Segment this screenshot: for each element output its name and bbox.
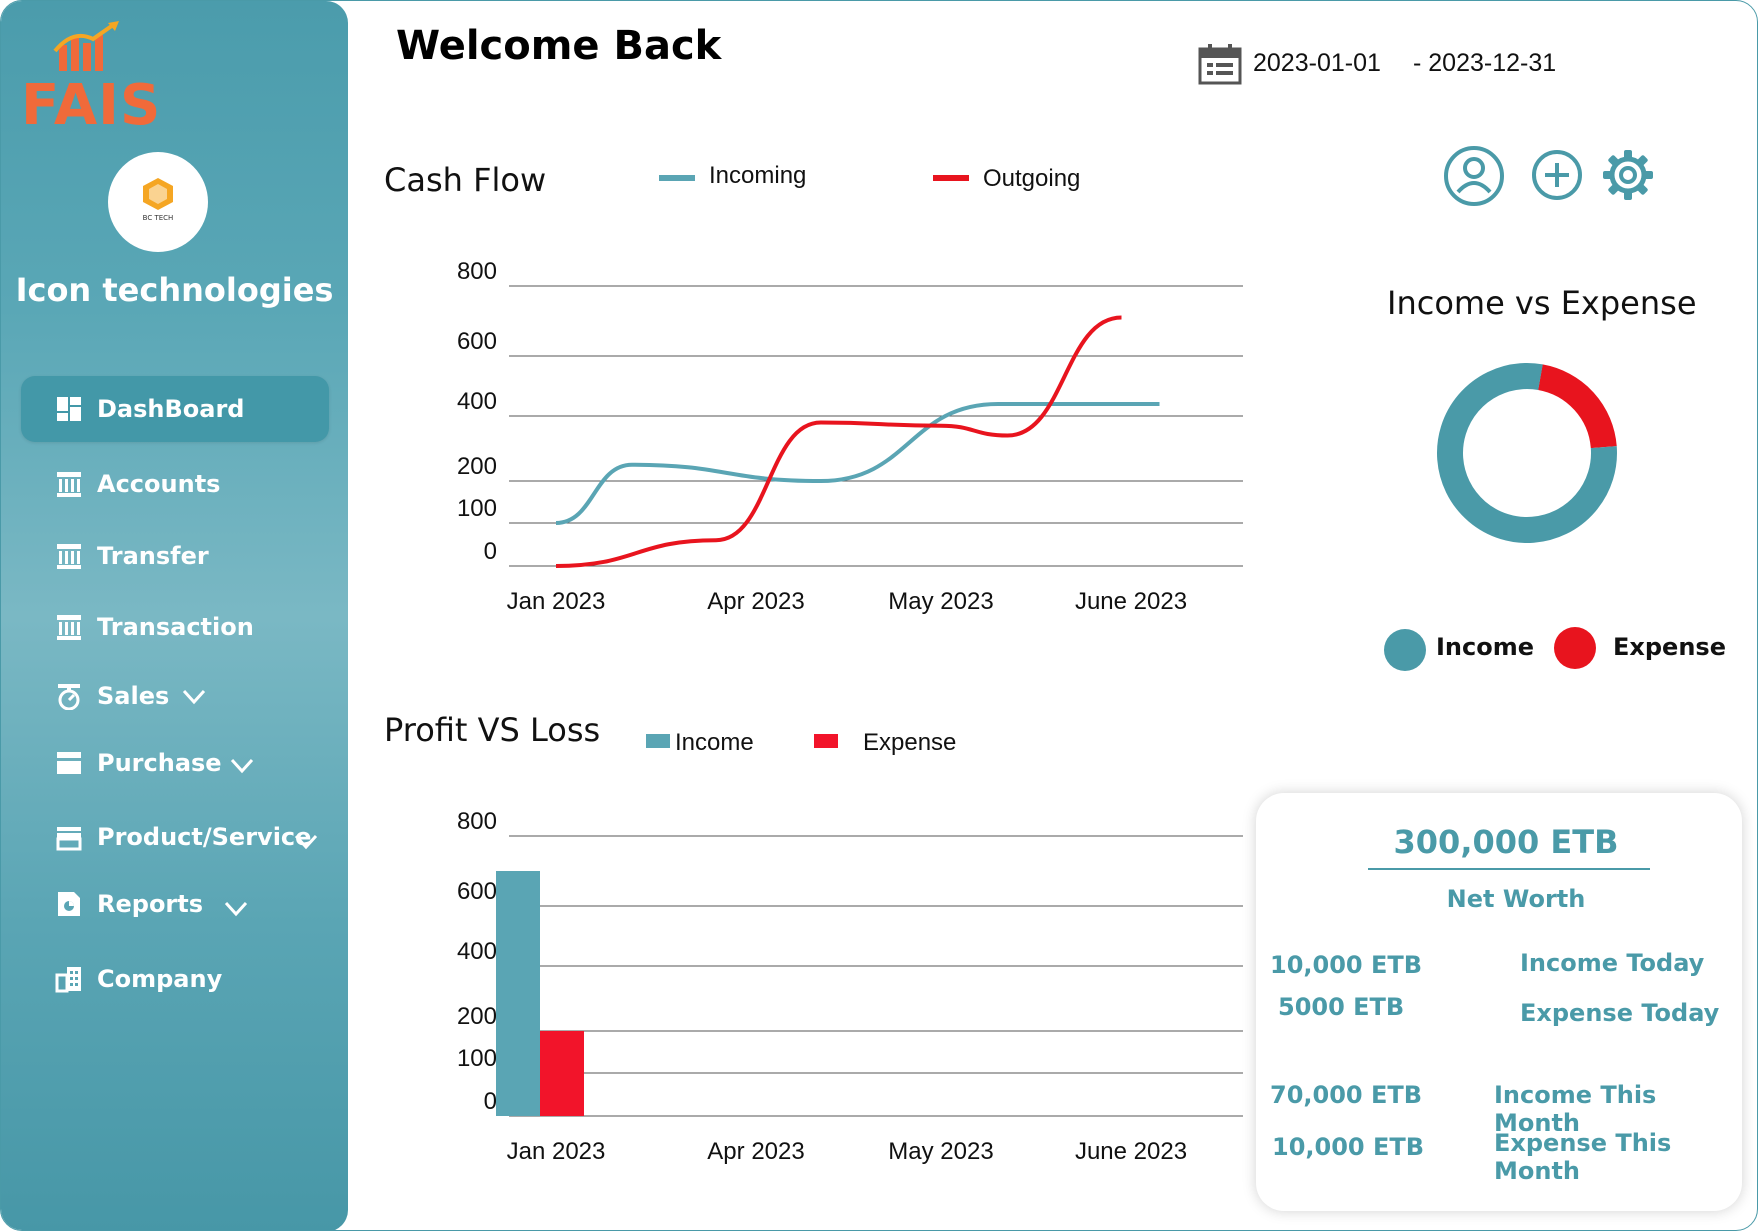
sidebar-item-transfer[interactable]: Transfer bbox=[21, 523, 329, 589]
bar-income bbox=[496, 871, 540, 1116]
donut-legend-income-dot bbox=[1384, 629, 1426, 671]
sidebar-item-label: Product/Service bbox=[97, 823, 312, 851]
chevron-down-icon[interactable] bbox=[223, 895, 249, 921]
dashboard-icon bbox=[57, 397, 81, 421]
store-icon bbox=[56, 827, 82, 851]
cashflow-x-tick: Jan 2023 bbox=[507, 588, 606, 615]
profit-y-tick: 800 bbox=[457, 811, 497, 835]
sidebar-item-label: Transaction bbox=[97, 613, 254, 641]
app-frame: FAIS BC TECH Icon technologies DashBoard… bbox=[0, 0, 1758, 1231]
profit-y-tick: 600 bbox=[457, 878, 497, 905]
legend-incoming-label: Incoming bbox=[709, 162, 807, 189]
company-avatar[interactable]: BC TECH bbox=[108, 152, 208, 252]
cashflow-y-tick: 800 bbox=[457, 261, 497, 285]
sidebar-item-dashboard[interactable]: DashBoard bbox=[21, 376, 329, 442]
expense-month-label: Expense This Month bbox=[1494, 1129, 1672, 1185]
income-expense-donut bbox=[1437, 363, 1617, 543]
donut-legend-expense-label: Expense bbox=[1613, 633, 1726, 661]
logo-chart-icon bbox=[53, 21, 119, 71]
sidebar-item-purchase[interactable]: Purchase bbox=[21, 730, 329, 796]
add-icon[interactable] bbox=[1530, 148, 1584, 202]
expense-month-value: 10,000 ETB bbox=[1272, 1133, 1425, 1161]
sidebar-item-product-service[interactable]: Product/Service bbox=[21, 804, 329, 870]
profit-y-tick: 400 bbox=[457, 938, 497, 965]
net-worth-label: Net Worth bbox=[1446, 885, 1586, 913]
report-icon bbox=[58, 892, 80, 916]
sidebar-item-label: DashBoard bbox=[97, 395, 245, 423]
chevron-down-icon[interactable] bbox=[293, 828, 319, 854]
date-range-start[interactable]: 2023-01-01 bbox=[1253, 49, 1381, 78]
sidebar-item-label: Sales bbox=[97, 682, 170, 710]
sidebar-item-label: Reports bbox=[97, 890, 204, 918]
income-today-label: Income Today bbox=[1520, 949, 1705, 977]
legend-expense-swatch bbox=[814, 734, 838, 748]
legend-income-label: Income bbox=[675, 729, 754, 756]
donut-legend-expense-dot bbox=[1554, 627, 1596, 669]
cashflow-y-tick: 600 bbox=[457, 328, 497, 355]
expense-today-label: Expense Today bbox=[1520, 999, 1720, 1027]
profit-y-tick: 200 bbox=[457, 1003, 497, 1030]
sidebar-item-sales[interactable]: Sales bbox=[21, 663, 329, 729]
net-worth-value: 300,000 ETB bbox=[1393, 823, 1619, 861]
legend-income-swatch bbox=[646, 734, 670, 748]
company-logo-icon bbox=[143, 178, 173, 210]
cashflow-x-tick: Apr 2023 bbox=[707, 588, 804, 615]
sidebar-item-label: Company bbox=[97, 965, 223, 993]
sidebar-item-label: Transfer bbox=[97, 542, 209, 570]
company-logo-caption: BC TECH bbox=[142, 214, 174, 222]
cashflow-chart: 800 600 400 200 100 0 Jan 2023 Apr 2023 May 2023… bbox=[457, 261, 1243, 615]
cashflow-title: Cash Flow bbox=[384, 161, 547, 199]
sidebar-item-reports[interactable]: Reports bbox=[21, 871, 329, 937]
building-icon bbox=[55, 967, 81, 993]
cashflow-x-tick: June 2023 bbox=[1075, 588, 1187, 615]
chevron-down-icon[interactable] bbox=[229, 752, 255, 778]
scale-icon bbox=[58, 684, 80, 710]
cashflow-y-tick: 0 bbox=[484, 538, 497, 565]
bank-icon bbox=[57, 544, 81, 569]
sidebar-item-company[interactable]: Company bbox=[21, 946, 329, 1012]
legend-expense-label: Expense bbox=[863, 729, 957, 756]
bank-icon bbox=[57, 615, 81, 640]
company-name: Icon technologies bbox=[15, 271, 334, 309]
legend-incoming-swatch bbox=[659, 175, 695, 181]
card-icon bbox=[57, 752, 81, 774]
profit-x-tick: Apr 2023 bbox=[707, 1138, 804, 1165]
brand-logo: FAIS bbox=[21, 73, 162, 138]
cashflow-x-tick: May 2023 bbox=[888, 588, 993, 615]
chevron-down-icon[interactable] bbox=[181, 683, 207, 709]
sidebar-item-accounts[interactable]: Accounts bbox=[21, 451, 329, 517]
income-today-value: 10,000 ETB bbox=[1270, 951, 1423, 979]
donut-title: Income vs Expense bbox=[1387, 284, 1697, 322]
profit-x-tick: June 2023 bbox=[1075, 1138, 1187, 1165]
income-month-value: 70,000 ETB bbox=[1270, 1081, 1423, 1109]
bar-expense bbox=[540, 1031, 584, 1116]
sidebar-item-label: Accounts bbox=[97, 470, 221, 498]
gear-icon[interactable] bbox=[1601, 148, 1655, 202]
donut-legend-income-label: Income bbox=[1436, 633, 1535, 661]
user-icon[interactable] bbox=[1438, 140, 1510, 212]
profit-x-tick: May 2023 bbox=[888, 1138, 993, 1165]
calendar-icon[interactable] bbox=[1198, 43, 1242, 85]
cashflow-y-tick: 400 bbox=[457, 388, 497, 415]
cashflow-y-tick: 200 bbox=[457, 453, 497, 480]
stats-card: 300,000 ETB Net Worth 10,000 ETB Income … bbox=[1256, 793, 1742, 1211]
net-worth-divider bbox=[1368, 868, 1650, 870]
bank-icon bbox=[57, 472, 81, 497]
legend-outgoing-swatch bbox=[933, 175, 969, 181]
series-line-outgoing bbox=[555, 315, 1122, 568]
profit-x-tick: Jan 2023 bbox=[507, 1138, 606, 1165]
page-title: Welcome Back bbox=[396, 23, 722, 69]
sidebar: FAIS BC TECH Icon technologies DashBoard… bbox=[1, 1, 348, 1230]
profit-y-tick: 100 bbox=[457, 1045, 497, 1072]
profitloss-chart: 800 600 400 200 100 0 Jan 2023 Apr 2023 May 2023… bbox=[457, 811, 1243, 1165]
sidebar-item-transaction[interactable]: Transaction bbox=[21, 594, 329, 660]
profit-y-tick: 0 bbox=[484, 1088, 497, 1115]
profitloss-title: Profit VS Loss bbox=[384, 711, 601, 749]
expense-today-value: 5000 ETB bbox=[1278, 993, 1405, 1021]
sidebar-item-label: Purchase bbox=[97, 749, 222, 777]
date-range-end[interactable]: - 2023-12-31 bbox=[1413, 49, 1556, 78]
cashflow-y-tick: 100 bbox=[457, 495, 497, 522]
legend-outgoing-label: Outgoing bbox=[983, 165, 1081, 192]
